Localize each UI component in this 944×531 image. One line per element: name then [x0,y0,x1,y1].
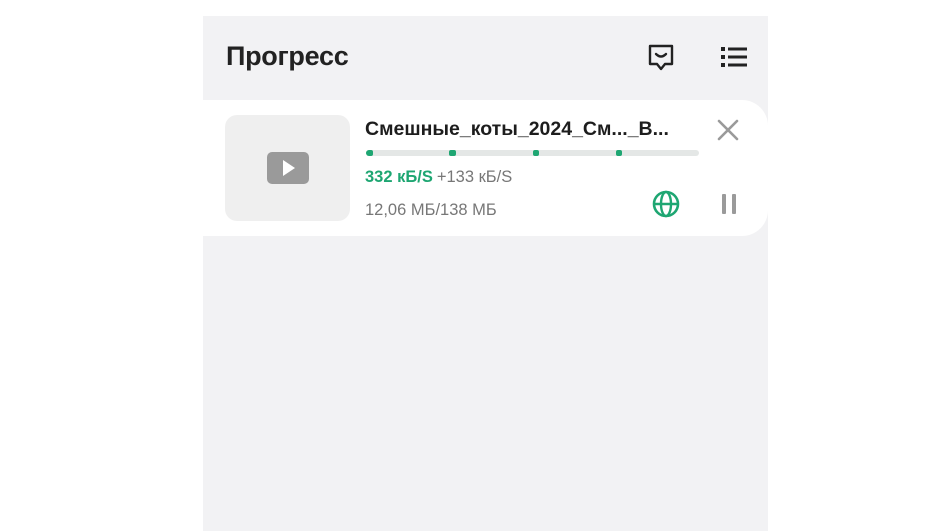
progress-segment [615,150,623,156]
progress-segment [366,150,373,156]
cancel-download-button[interactable] [714,116,742,144]
video-thumbnail[interactable] [225,115,350,221]
page-title: Прогресс [226,41,349,71]
extra-speed: +133 кБ/S [436,168,513,186]
download-item-card[interactable]: Смешные_коты_2024_См..._В... 332 кБ/S +13… [203,100,768,236]
close-icon [717,119,739,141]
open-source-button[interactable] [650,188,682,220]
downloads-screen: Прогресс Смешные_коты_2024_См..._В... 33… [203,16,768,531]
pause-download-button[interactable] [714,188,744,220]
file-name: Смешные_коты_2024_См..._В... [365,118,669,140]
list-icon [721,47,747,67]
list-menu-button[interactable] [717,40,751,74]
download-size: 12,06 МБ/138 МБ [365,201,497,219]
progress-segment [532,150,540,156]
speed-info: 332 кБ/S +133 кБ/S [365,168,512,187]
pause-icon [722,194,736,214]
globe-icon [652,190,680,218]
video-play-icon [266,152,309,184]
download-speed: 332 кБ/S [365,168,433,186]
progress-segment [449,150,456,156]
chat-feedback-icon [648,44,674,71]
header: Прогресс [203,16,768,100]
feedback-button[interactable] [644,40,678,74]
download-progress-bar [366,150,699,156]
